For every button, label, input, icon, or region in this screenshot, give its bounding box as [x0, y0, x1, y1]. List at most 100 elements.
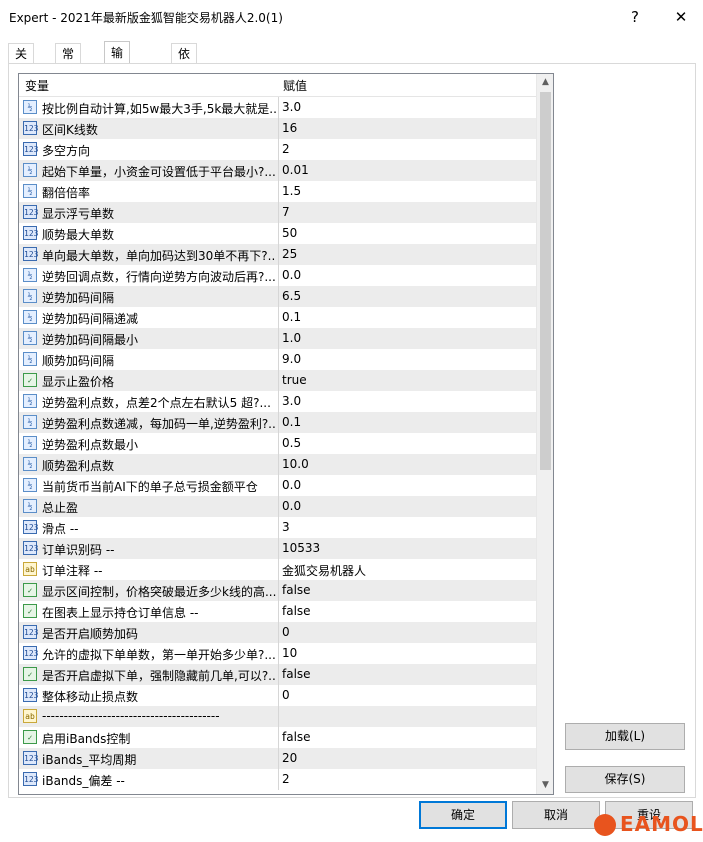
parameter-row[interactable]: ½ 顺势加码间隔 9.0: [19, 349, 536, 370]
load-button[interactable]: 加载(L): [565, 723, 685, 750]
parameter-row[interactable]: 123 允许的虚拟下单单数，第一单开始多少单?... 10: [19, 643, 536, 664]
parameter-value[interactable]: 0.0: [282, 478, 301, 492]
parameter-value[interactable]: 10533: [282, 541, 320, 555]
parameter-value[interactable]: 0.0: [282, 268, 301, 282]
grid-header: 变量 赋值: [19, 74, 536, 97]
parameter-value[interactable]: 2: [282, 772, 290, 786]
parameter-value[interactable]: false: [282, 730, 311, 744]
parameter-value[interactable]: 0.5: [282, 436, 301, 450]
ok-button[interactable]: 确定: [419, 801, 507, 829]
parameter-row[interactable]: ½ 逆势加码间隔 6.5: [19, 286, 536, 307]
parameter-name-cell: ✓ 在图表上显示持仓订单信息 --: [19, 601, 279, 622]
double-type-icon: ½: [23, 478, 37, 492]
parameter-value[interactable]: 金狐交易机器人: [282, 562, 366, 579]
parameter-row[interactable]: ½ 逆势加码间隔递减 0.1: [19, 307, 536, 328]
column-header-variable[interactable]: 变量: [25, 77, 49, 94]
parameter-row[interactable]: 123 顺势最大单数 50: [19, 223, 536, 244]
expert-properties-dialog: Expert - 2021年最新版金狐智能交易机器人2.0(1) ? ✕ 关于 …: [0, 0, 703, 842]
parameter-row[interactable]: ✓ 在图表上显示持仓订单信息 -- false: [19, 601, 536, 622]
watermark-icon: [594, 814, 616, 836]
parameter-value[interactable]: 3.0: [282, 394, 301, 408]
parameter-name: 在图表上显示持仓订单信息 --: [42, 606, 199, 620]
parameter-row[interactable]: ½ 逆势回调点数，行情向逆势方向波动后再?... 0.0: [19, 265, 536, 286]
parameter-value[interactable]: 16: [282, 121, 297, 135]
parameter-row[interactable]: 123 单向最大单数，单向加码达到30单不再下?... 25: [19, 244, 536, 265]
parameter-value[interactable]: false: [282, 667, 311, 681]
parameter-row[interactable]: ab 订单注释 -- 金狐交易机器人: [19, 559, 536, 580]
parameter-name: 逆势盈利点数，点差2个点左右默认5 超?...: [42, 396, 271, 410]
parameter-value[interactable]: 7: [282, 205, 290, 219]
parameter-value[interactable]: 6.5: [282, 289, 301, 303]
parameter-value[interactable]: true: [282, 373, 307, 387]
parameter-row[interactable]: ½ 逆势加码间隔最小 1.0: [19, 328, 536, 349]
parameter-value[interactable]: 0.01: [282, 163, 309, 177]
save-button[interactable]: 保存(S): [565, 766, 685, 793]
parameter-row[interactable]: ✓ 显示区间控制，价格突破最近多少k线的高... false: [19, 580, 536, 601]
parameter-row[interactable]: ½ 顺势盈利点数 10.0: [19, 454, 536, 475]
parameter-value[interactable]: 20: [282, 751, 297, 765]
parameter-row[interactable]: 123 iBands_平均周期 20: [19, 748, 536, 769]
parameter-row[interactable]: ✓ 启用iBands控制 false: [19, 727, 536, 748]
scroll-down-icon[interactable]: ▼: [537, 777, 553, 794]
parameter-value[interactable]: 10.0: [282, 457, 309, 471]
watermark-text: EAMOL: [620, 812, 703, 836]
parameter-row[interactable]: 123 滑点 -- 3: [19, 517, 536, 538]
parameter-row[interactable]: ½ 按比例自动计算,如5w最大3手,5k最大就是... 3.0: [19, 97, 536, 118]
tab-inputs[interactable]: 输入参数: [104, 41, 131, 126]
int-type-icon: 123: [23, 688, 38, 702]
parameter-row[interactable]: 123 是否开启顺势加码 0: [19, 622, 536, 643]
parameter-value[interactable]: 0.1: [282, 310, 301, 324]
parameter-row[interactable]: ½ 起始下单量，小资金可设置低于平台最小?... 0.01: [19, 160, 536, 181]
parameter-row[interactable]: ✓ 显示止盈价格 true: [19, 370, 536, 391]
scroll-thumb[interactable]: [540, 92, 551, 470]
parameter-name-cell: ½ 起始下单量，小资金可设置低于平台最小?...: [19, 160, 279, 181]
parameter-row[interactable]: 123 订单识别码 -- 10533: [19, 538, 536, 559]
scroll-up-icon[interactable]: ▲: [537, 74, 553, 91]
parameter-value[interactable]: 9.0: [282, 352, 301, 366]
vertical-scrollbar[interactable]: ▲ ▼: [536, 74, 553, 794]
parameter-value[interactable]: false: [282, 583, 311, 597]
parameter-value[interactable]: 0.1: [282, 415, 301, 429]
parameter-row[interactable]: ½ 逆势盈利点数最小 0.5: [19, 433, 536, 454]
parameter-name: 滑点 --: [42, 522, 79, 536]
close-icon[interactable]: ✕: [670, 6, 692, 28]
parameter-value[interactable]: 3.0: [282, 100, 301, 114]
cancel-button[interactable]: 取消: [512, 801, 600, 829]
parameter-row[interactable]: 123 区间K线数 16: [19, 118, 536, 139]
bool-type-icon: ✓: [23, 373, 37, 387]
tab-dependencies[interactable]: 依存关系: [171, 43, 198, 121]
parameter-row[interactable]: ✓ 是否开启虚拟下单，强制隐藏前几单,可以?... false: [19, 664, 536, 685]
column-header-value[interactable]: 赋值: [283, 77, 307, 94]
parameter-row[interactable]: ½ 翻倍倍率 1.5: [19, 181, 536, 202]
parameter-value[interactable]: 0: [282, 625, 290, 639]
parameter-row[interactable]: ½ 逆势盈利点数递减，每加码一单,逆势盈利?... 0.1: [19, 412, 536, 433]
parameter-value[interactable]: 1.0: [282, 331, 301, 345]
parameter-value[interactable]: 2: [282, 142, 290, 156]
parameter-row[interactable]: ab --------------------------------------…: [19, 706, 536, 727]
parameter-row[interactable]: ½ 当前货币当前AI下的单子总亏损金额平仓 0.0: [19, 475, 536, 496]
parameter-value[interactable]: 25: [282, 247, 297, 261]
parameter-row[interactable]: ½ 逆势盈利点数，点差2个点左右默认5 超?... 3.0: [19, 391, 536, 412]
help-icon[interactable]: ?: [624, 6, 646, 28]
tab-common[interactable]: 常用: [55, 43, 82, 81]
parameter-row[interactable]: 123 显示浮亏单数 7: [19, 202, 536, 223]
parameter-value[interactable]: 3: [282, 520, 290, 534]
double-type-icon: ½: [23, 331, 37, 345]
parameter-value[interactable]: 50: [282, 226, 297, 240]
parameter-value[interactable]: 0.0: [282, 499, 301, 513]
parameter-row[interactable]: 123 iBands_偏差 -- 2: [19, 769, 536, 790]
parameter-value[interactable]: 10: [282, 646, 297, 660]
parameter-row[interactable]: 123 多空方向 2: [19, 139, 536, 160]
tab-about[interactable]: 关于: [8, 43, 35, 81]
parameter-name: 逆势加码间隔最小: [42, 333, 139, 347]
parameter-row[interactable]: 123 整体移动止损点数 0: [19, 685, 536, 706]
parameter-name: 总止盈: [42, 501, 79, 515]
parameter-value[interactable]: 0: [282, 688, 290, 702]
parameter-name: 订单识别码 --: [42, 543, 115, 557]
parameter-name: 顺势最大单数: [42, 228, 115, 242]
parameter-name-cell: ½ 总止盈: [19, 496, 279, 517]
double-type-icon: ½: [23, 163, 37, 177]
parameter-row[interactable]: ½ 总止盈 0.0: [19, 496, 536, 517]
parameter-value[interactable]: 1.5: [282, 184, 301, 198]
parameter-value[interactable]: false: [282, 604, 311, 618]
